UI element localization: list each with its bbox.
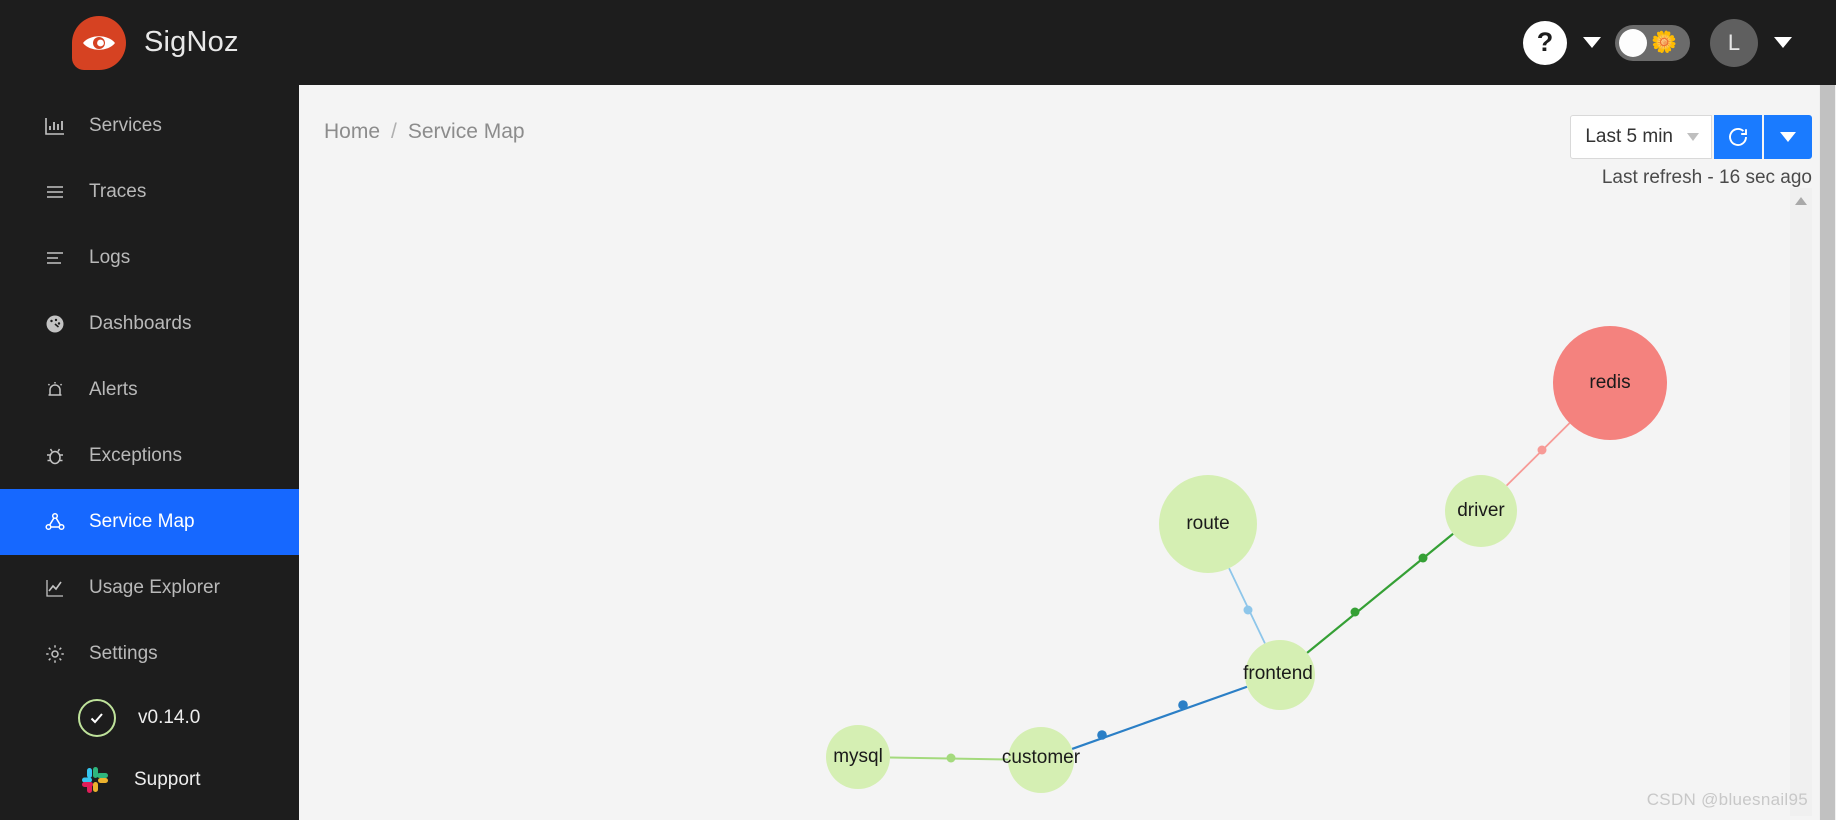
refresh-icon bbox=[1729, 128, 1747, 146]
sidebar-item-traces[interactable]: Traces bbox=[0, 159, 299, 225]
graph-edge-marker[interactable] bbox=[1350, 607, 1360, 617]
bug-icon bbox=[42, 444, 67, 469]
sidebar-item-alerts[interactable]: Alerts bbox=[0, 357, 299, 423]
topbar: ? 🌼 L bbox=[299, 0, 1836, 85]
page-scrollbar[interactable] bbox=[1819, 85, 1836, 820]
line-chart-icon bbox=[42, 576, 67, 601]
graph-edge[interactable] bbox=[1505, 422, 1571, 487]
sidebar-item-label: Logs bbox=[89, 247, 131, 268]
check-circle-icon bbox=[78, 699, 116, 737]
sidebar-item-label: Alerts bbox=[89, 379, 138, 400]
version-row: v0.14.0 bbox=[0, 687, 299, 749]
sidebar-item-services[interactable]: Services bbox=[0, 93, 299, 159]
sidebar-item-label: Traces bbox=[89, 181, 147, 202]
graph-edge-marker[interactable] bbox=[1097, 730, 1107, 740]
sidebar-item-exceptions[interactable]: Exceptions bbox=[0, 423, 299, 489]
chevron-down-icon bbox=[1780, 132, 1796, 142]
refresh-button[interactable] bbox=[1714, 115, 1762, 159]
avatar[interactable]: L bbox=[1710, 18, 1758, 67]
sidebar-item-dashboards[interactable]: Dashboards bbox=[0, 291, 299, 357]
chevron-down-icon bbox=[1687, 133, 1699, 141]
graph-node-customer[interactable]: customer bbox=[1002, 727, 1081, 793]
sun-icon: 🌼 bbox=[1651, 31, 1678, 54]
graph-edge-marker[interactable] bbox=[1243, 605, 1253, 615]
graph-edge-marker[interactable] bbox=[1178, 700, 1188, 710]
graph-edge-marker[interactable] bbox=[1418, 553, 1428, 563]
breadcrumb: Home / Service Map bbox=[324, 120, 525, 144]
brand[interactable]: SigNoz bbox=[0, 0, 299, 85]
graph-node-label: customer bbox=[1002, 747, 1081, 768]
help-chevron-down-icon[interactable] bbox=[1583, 37, 1601, 48]
sidebar-item-service-map[interactable]: Service Map bbox=[0, 489, 299, 555]
gauge-icon bbox=[42, 312, 67, 337]
sidebar-item-label: Settings bbox=[89, 643, 158, 664]
graph-node-label: mysql bbox=[833, 746, 883, 767]
graph-node-label: route bbox=[1186, 513, 1229, 534]
sidebar-item-label: Usage Explorer bbox=[89, 577, 220, 598]
sidebar-nav: Services Traces Logs Dashboards Alerts E… bbox=[0, 93, 299, 687]
service-map-svg: redis route driver frontend customer mysql bbox=[826, 326, 1667, 793]
breadcrumb-home[interactable]: Home bbox=[324, 120, 380, 144]
graph-edge[interactable] bbox=[1071, 685, 1248, 750]
sidebar-item-logs[interactable]: Logs bbox=[0, 225, 299, 291]
sidebar: SigNoz Services Traces Logs Dashboards A… bbox=[0, 0, 299, 820]
eye-icon bbox=[72, 15, 126, 70]
graph-edge-marker[interactable] bbox=[946, 753, 956, 763]
brand-name: SigNoz bbox=[144, 26, 239, 58]
refresh-options-button[interactable] bbox=[1764, 115, 1812, 159]
graph-node-frontend[interactable]: frontend bbox=[1243, 640, 1315, 710]
breadcrumb-separator: / bbox=[391, 120, 397, 143]
graph-nodes: redis route driver frontend customer mysql bbox=[826, 326, 1667, 793]
help-button[interactable]: ? bbox=[1523, 20, 1567, 65]
graph-node-label: driver bbox=[1457, 500, 1505, 521]
support-label: Support bbox=[134, 769, 201, 790]
sidebar-item-label: Service Map bbox=[89, 511, 195, 532]
last-refresh-label: Last refresh - 16 sec ago bbox=[1601, 167, 1812, 188]
graph-node-driver[interactable]: driver bbox=[1445, 475, 1517, 547]
graph-node-redis[interactable]: redis bbox=[1553, 326, 1667, 440]
logs-icon bbox=[42, 246, 67, 271]
graph-edge[interactable] bbox=[1306, 532, 1454, 654]
version-label: v0.14.0 bbox=[138, 707, 201, 728]
time-controls-row: Last 5 min bbox=[1570, 115, 1812, 159]
graph-node-label: frontend bbox=[1243, 663, 1313, 684]
time-controls: Last 5 min Last refresh - 16 sec ago bbox=[1570, 115, 1812, 189]
alarm-icon bbox=[42, 378, 67, 403]
avatar-chevron-down-icon[interactable] bbox=[1774, 37, 1792, 48]
sidebar-item-label: Services bbox=[89, 115, 162, 136]
watermark: CSDN @bluesnail95 bbox=[1646, 790, 1808, 809]
time-range-value: Last 5 min bbox=[1585, 126, 1673, 147]
menu-lines-icon bbox=[42, 180, 67, 205]
sidebar-item-label: Exceptions bbox=[89, 445, 182, 466]
signoz-app: SigNoz Services Traces Logs Dashboards A… bbox=[0, 0, 1836, 820]
slack-icon bbox=[78, 763, 112, 797]
sidebar-item-label: Dashboards bbox=[89, 313, 192, 334]
gear-icon bbox=[42, 642, 67, 667]
support-row[interactable]: Support bbox=[0, 749, 299, 811]
graph-edge-marker[interactable] bbox=[1537, 445, 1547, 455]
content: Home / Service Map Last 5 min Last refre… bbox=[299, 85, 1836, 820]
node-graph-icon bbox=[42, 510, 67, 535]
graph-edges bbox=[889, 422, 1571, 763]
service-map-graph[interactable]: redis route driver frontend customer mysql bbox=[299, 195, 1836, 820]
scroll-up-icon[interactable] bbox=[1795, 197, 1807, 205]
theme-toggle[interactable]: 🌼 bbox=[1615, 24, 1690, 61]
main-area: ? 🌼 L Home / Service Map Last 5 min Last… bbox=[299, 0, 1836, 820]
sidebar-item-usage-explorer[interactable]: Usage Explorer bbox=[0, 555, 299, 621]
graph-node-label: redis bbox=[1589, 372, 1630, 393]
panel-scrollbar[interactable] bbox=[1790, 188, 1812, 816]
toggle-knob bbox=[1619, 28, 1647, 57]
breadcrumb-current: Service Map bbox=[407, 120, 525, 143]
time-range-select[interactable]: Last 5 min bbox=[1570, 115, 1712, 159]
sidebar-item-settings[interactable]: Settings bbox=[0, 621, 299, 687]
graph-node-mysql[interactable]: mysql bbox=[826, 725, 890, 789]
page-scrollbar-thumb[interactable] bbox=[1820, 85, 1835, 820]
bar-chart-icon bbox=[42, 114, 67, 139]
graph-node-route[interactable]: route bbox=[1159, 475, 1257, 573]
